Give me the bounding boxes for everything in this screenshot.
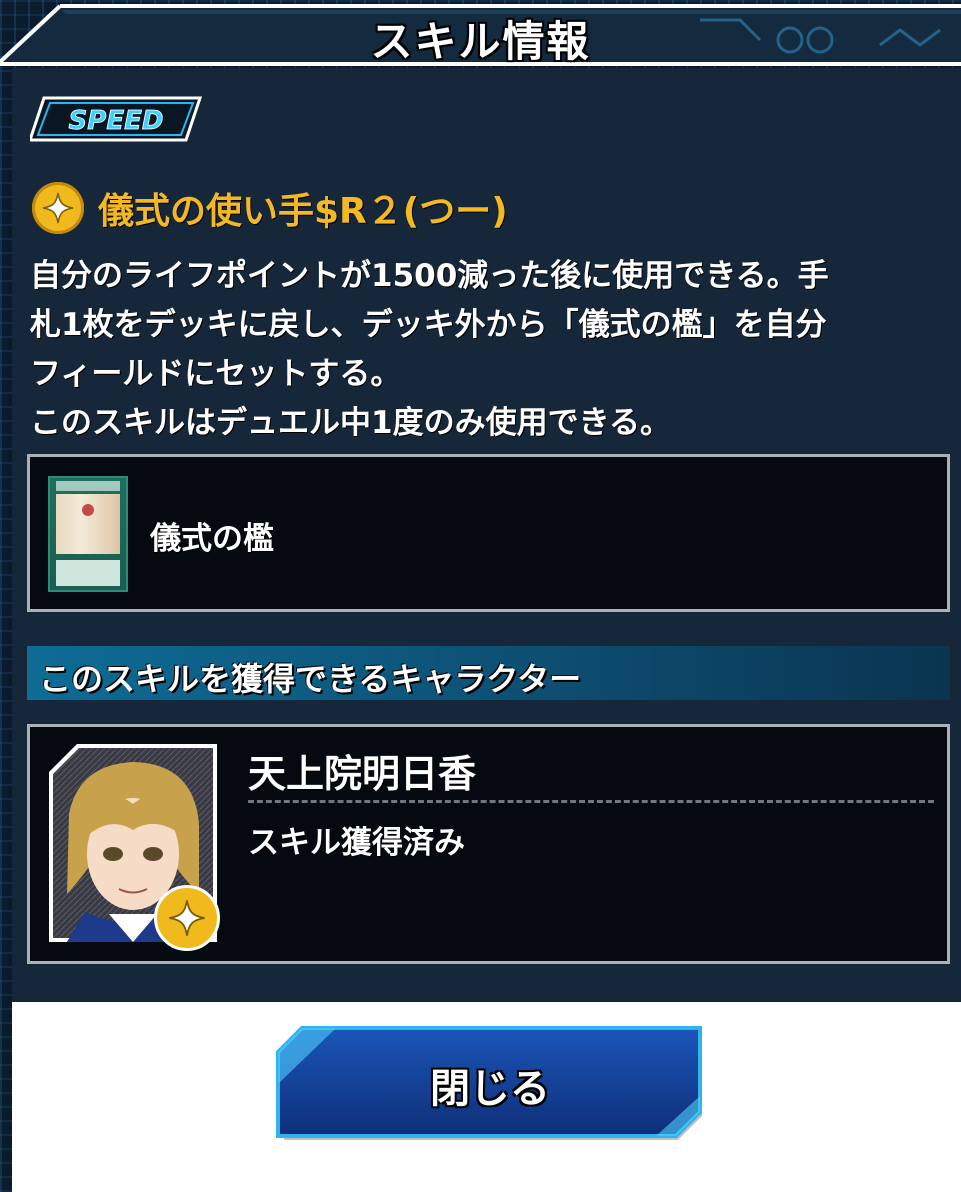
related-card-item[interactable]: 儀式の檻: [27, 454, 950, 612]
skill-description: 自分のライフポイントが1500減った後に使用できる。手 札1枚をデッキに戻し、デ…: [30, 252, 940, 448]
character-name: 天上院明日香: [248, 752, 477, 796]
sparkle-star-icon: [32, 182, 84, 234]
card-thumbnail-art: [56, 494, 120, 554]
skill-name: 儀式の使い手$R２(つー): [98, 191, 508, 232]
card-thumbnail-textbox: [56, 560, 120, 586]
description-line: 自分のライフポイントが1500減った後に使用できる。手: [30, 258, 829, 294]
skill-info-dialog: スキル情報 SPEED 儀式の使い手$R２(つー) 自分のライフポイントが150…: [0, 0, 961, 1192]
description-line: 札1枚をデッキに戻し、デッキ外から「儀式の檻」を自分: [30, 307, 827, 343]
characters-section-header: このスキルを獲得できるキャラクター: [27, 646, 950, 700]
dialog-title: スキル情報: [370, 17, 591, 66]
character-skill-status: スキル獲得済み: [248, 825, 465, 861]
description-line: フィールドにセットする。: [30, 356, 402, 392]
skill-title-row: 儀式の使い手$R２(つー): [32, 180, 508, 236]
character-item[interactable]: 天上院明日香 スキル獲得済み: [27, 724, 950, 964]
speed-badge: SPEED: [30, 96, 202, 142]
divider: [248, 800, 934, 803]
card-name: 儀式の檻: [150, 521, 274, 557]
description-line: このスキルはデュエル中1度のみ使用できる。: [30, 405, 671, 441]
speed-badge-text: SPEED: [69, 106, 164, 136]
section-header-label: このスキルを獲得できるキャラクター: [39, 660, 582, 698]
card-thumbnail[interactable]: [48, 476, 128, 592]
card-thumbnail-title-strip: [56, 481, 120, 491]
sparkle-star-icon: [154, 885, 220, 951]
close-button[interactable]: 閉じる: [276, 1026, 704, 1142]
close-button-label: 閉じる: [430, 1066, 550, 1112]
